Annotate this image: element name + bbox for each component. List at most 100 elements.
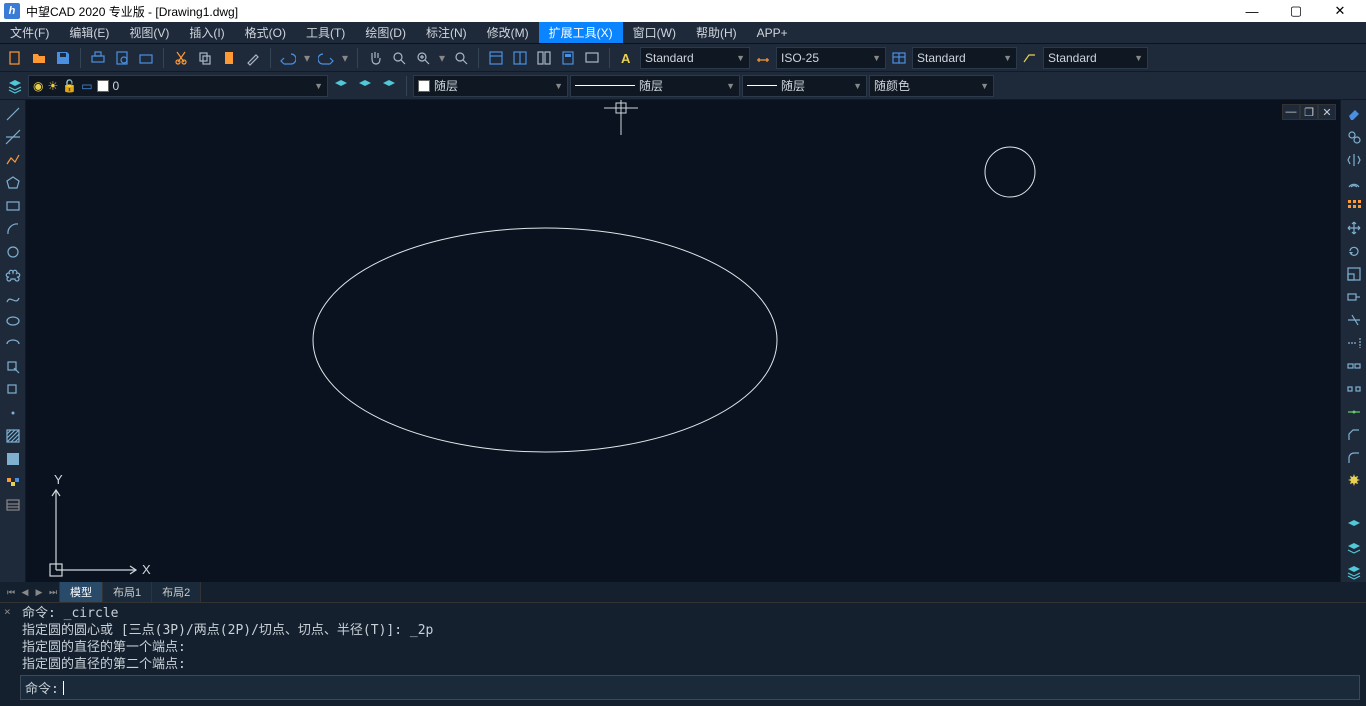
table-style-icon[interactable] [888,47,910,69]
tab-nav-prev[interactable]: ◀ [18,585,32,599]
print-icon[interactable] [87,47,109,69]
mirror-icon[interactable] [1344,150,1364,170]
spline-icon[interactable] [3,288,23,308]
lineweight-dropdown[interactable]: 随层 ▼ [742,75,867,97]
match-prop-icon[interactable] [242,47,264,69]
menu-window[interactable]: 窗口(W) [623,22,686,43]
tab-nav-next[interactable]: ▶ [32,585,46,599]
menu-help[interactable]: 帮助(H) [686,22,747,43]
construction-line-icon[interactable] [3,127,23,147]
text-style-icon[interactable]: A [616,47,638,69]
layer-dropdown[interactable]: ◉ ☀ 🔓 ▭ 0 ▼ [28,75,328,97]
dim-style-icon[interactable] [752,47,774,69]
polygon-icon[interactable] [3,173,23,193]
cleanscreen-icon[interactable] [581,47,603,69]
tab-layout2[interactable]: 布局2 [151,581,201,603]
text-style-dropdown[interactable]: Standard▼ [640,47,750,69]
redo-dropdown-icon[interactable]: ▾ [339,47,351,69]
make-block-icon[interactable] [3,380,23,400]
drawing-canvas[interactable]: — ❐ ✕ Y X [26,100,1340,582]
layer-states-icon[interactable] [354,75,376,97]
pan-icon[interactable] [364,47,386,69]
paste-icon[interactable] [218,47,240,69]
point-icon[interactable] [3,403,23,423]
layer-manager-icon[interactable] [4,75,26,97]
zoom-previous-icon[interactable] [450,47,472,69]
move-icon[interactable] [1344,219,1364,239]
erase-icon[interactable] [1344,104,1364,124]
menu-draw[interactable]: 绘图(D) [355,22,416,43]
offset-icon[interactable] [1344,173,1364,193]
maximize-button[interactable]: ▢ [1274,0,1318,22]
cut-icon[interactable] [170,47,192,69]
arc-icon[interactable] [3,219,23,239]
menu-edit[interactable]: 编辑(E) [59,22,119,43]
menu-dimension[interactable]: 标注(N) [416,22,477,43]
command-input[interactable]: 命令: [20,675,1360,700]
calculator-icon[interactable] [557,47,579,69]
layer-tool3-icon[interactable] [1344,562,1364,582]
region-icon[interactable] [3,472,23,492]
copy-obj-icon[interactable] [1344,127,1364,147]
linetype-dropdown[interactable]: 随层 ▼ [570,75,740,97]
menu-modify[interactable]: 修改(M) [477,22,539,43]
rotate-icon[interactable] [1344,241,1364,261]
properties-icon[interactable] [485,47,507,69]
menu-app[interactable]: APP+ [747,22,798,43]
explode-icon[interactable] [1344,471,1364,491]
layer-tool1-icon[interactable] [1344,516,1364,536]
copy-icon[interactable] [194,47,216,69]
ellipse-icon[interactable] [3,311,23,331]
menu-insert[interactable]: 插入(I) [179,22,234,43]
close-button[interactable]: ✕ [1318,0,1362,22]
gradient-icon[interactable] [3,449,23,469]
rectangle-icon[interactable] [3,196,23,216]
menu-tools[interactable]: 工具(T) [296,22,355,43]
break-at-point-icon[interactable] [1344,356,1364,376]
table-icon[interactable] [3,495,23,515]
fillet-icon[interactable] [1344,448,1364,468]
array-icon[interactable] [1344,196,1364,216]
save-icon[interactable] [52,47,74,69]
revision-cloud-icon[interactable] [3,265,23,285]
table-style-dropdown[interactable]: Standard▼ [912,47,1017,69]
tool-palettes-icon[interactable] [533,47,555,69]
stretch-icon[interactable] [1344,287,1364,307]
break-icon[interactable] [1344,379,1364,399]
dim-style-dropdown[interactable]: ISO-25▼ [776,47,886,69]
command-close-icon[interactable]: × [4,605,11,618]
ellipse-arc-icon[interactable] [3,334,23,354]
menu-ext-tools[interactable]: 扩展工具(X) [539,22,623,43]
join-icon[interactable] [1344,402,1364,422]
tab-nav-first[interactable]: ⏮ [4,585,18,599]
insert-block-icon[interactable] [3,357,23,377]
zoom-realtime-icon[interactable] [388,47,410,69]
redo-icon[interactable] [315,47,337,69]
line-icon[interactable] [3,104,23,124]
menu-view[interactable]: 视图(V) [119,22,179,43]
publish-icon[interactable] [135,47,157,69]
tab-layout1[interactable]: 布局1 [102,581,152,603]
open-file-icon[interactable] [28,47,50,69]
hatch-icon[interactable] [3,426,23,446]
color-dropdown[interactable]: 随层 ▼ [413,75,568,97]
scale-icon[interactable] [1344,264,1364,284]
tab-nav-last[interactable]: ⏭ [46,585,60,599]
tab-model[interactable]: 模型 [59,581,103,603]
trim-icon[interactable] [1344,310,1364,330]
layer-iso-icon[interactable] [378,75,400,97]
zoom-window-icon[interactable] [412,47,434,69]
undo-icon[interactable] [277,47,299,69]
undo-dropdown-icon[interactable]: ▾ [301,47,313,69]
menu-format[interactable]: 格式(O) [235,22,296,43]
extend-icon[interactable] [1344,333,1364,353]
chamfer-icon[interactable] [1344,425,1364,445]
new-file-icon[interactable] [4,47,26,69]
polyline-icon[interactable] [3,150,23,170]
design-center-icon[interactable] [509,47,531,69]
plotstyle-dropdown[interactable]: 随颜色 ▼ [869,75,994,97]
menu-file[interactable]: 文件(F) [0,22,59,43]
print-preview-icon[interactable] [111,47,133,69]
layer-previous-icon[interactable] [330,75,352,97]
circle-icon[interactable] [3,242,23,262]
